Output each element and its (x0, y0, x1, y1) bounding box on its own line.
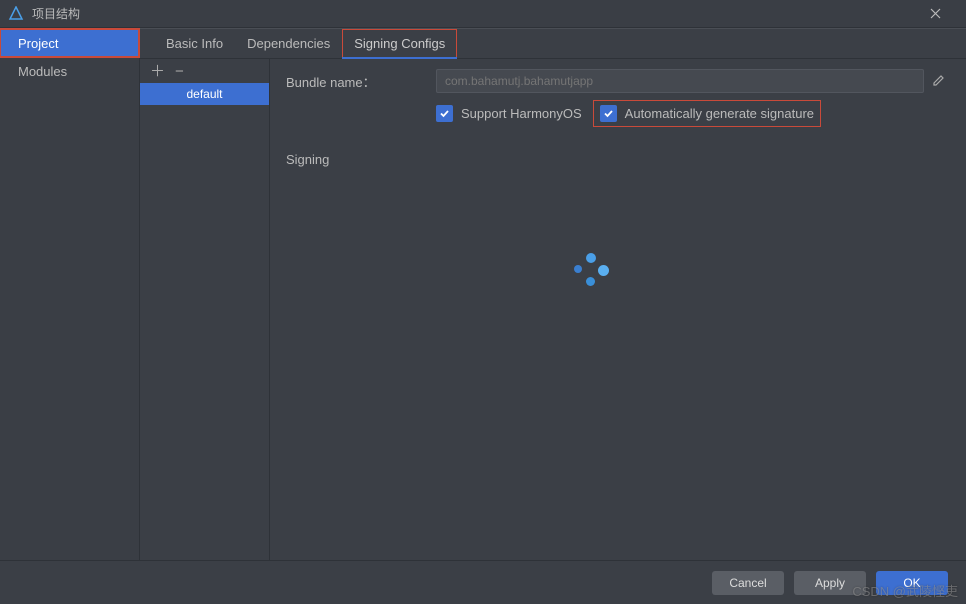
checkbox-row: Support HarmonyOS Automatically generate… (286, 105, 946, 122)
button-label: OK (903, 576, 920, 590)
bundle-name-row: Bundle name： (286, 69, 946, 93)
sub-content: ＋ − default Bundle name： (140, 59, 966, 573)
bundle-name-label: Bundle name： (286, 72, 436, 91)
tab-signing-configs[interactable]: Signing Configs (342, 29, 457, 59)
config-item-default[interactable]: default (140, 83, 269, 105)
bundle-name-input[interactable] (436, 69, 924, 93)
form-area: Bundle name： Support HarmonyOS (270, 59, 966, 573)
tab-label: Dependencies (247, 36, 330, 51)
tab-basic-info[interactable]: Basic Info (154, 29, 235, 59)
config-item-label: default (186, 87, 222, 101)
app-logo-icon (8, 6, 24, 22)
close-button[interactable] (913, 0, 958, 28)
add-config-button[interactable]: ＋ (150, 64, 165, 79)
support-harmony-group: Support HarmonyOS (436, 105, 592, 122)
sidebar-item-label: Project (18, 36, 58, 51)
support-harmony-label: Support HarmonyOS (461, 106, 582, 121)
loading-spinner-icon (570, 249, 610, 289)
main-area: Project Modules Basic Info Dependencies … (0, 28, 966, 573)
support-harmony-checkbox[interactable] (436, 105, 453, 122)
window-title: 项目结构 (32, 5, 913, 22)
auto-generate-label: Automatically generate signature (625, 106, 814, 121)
bundle-name-input-wrap (436, 69, 946, 93)
config-list: ＋ − default (140, 59, 270, 573)
auto-generate-group: Automatically generate signature (594, 101, 820, 126)
signing-section-label: Signing (286, 152, 946, 167)
apply-button[interactable]: Apply (794, 571, 866, 595)
button-label: Apply (815, 576, 845, 590)
button-bar: Cancel Apply OK (0, 560, 966, 604)
cancel-button[interactable]: Cancel (712, 571, 784, 595)
titlebar: 项目结构 (0, 0, 966, 28)
remove-config-button[interactable]: − (175, 64, 184, 79)
tab-dependencies[interactable]: Dependencies (235, 29, 342, 59)
auto-generate-checkbox[interactable] (600, 105, 617, 122)
edit-icon[interactable] (932, 73, 946, 90)
ok-button[interactable]: OK (876, 571, 948, 595)
button-label: Cancel (729, 576, 766, 590)
left-nav: Project Modules (0, 29, 140, 573)
content-area: Basic Info Dependencies Signing Configs … (140, 29, 966, 573)
tab-bar: Basic Info Dependencies Signing Configs (140, 29, 966, 59)
tab-label: Signing Configs (354, 36, 445, 51)
sidebar-item-label: Modules (18, 64, 67, 79)
sidebar-item-project[interactable]: Project (0, 29, 139, 57)
config-toolbar: ＋ − (140, 59, 269, 83)
tab-label: Basic Info (166, 36, 223, 51)
sidebar-item-modules[interactable]: Modules (0, 57, 139, 85)
